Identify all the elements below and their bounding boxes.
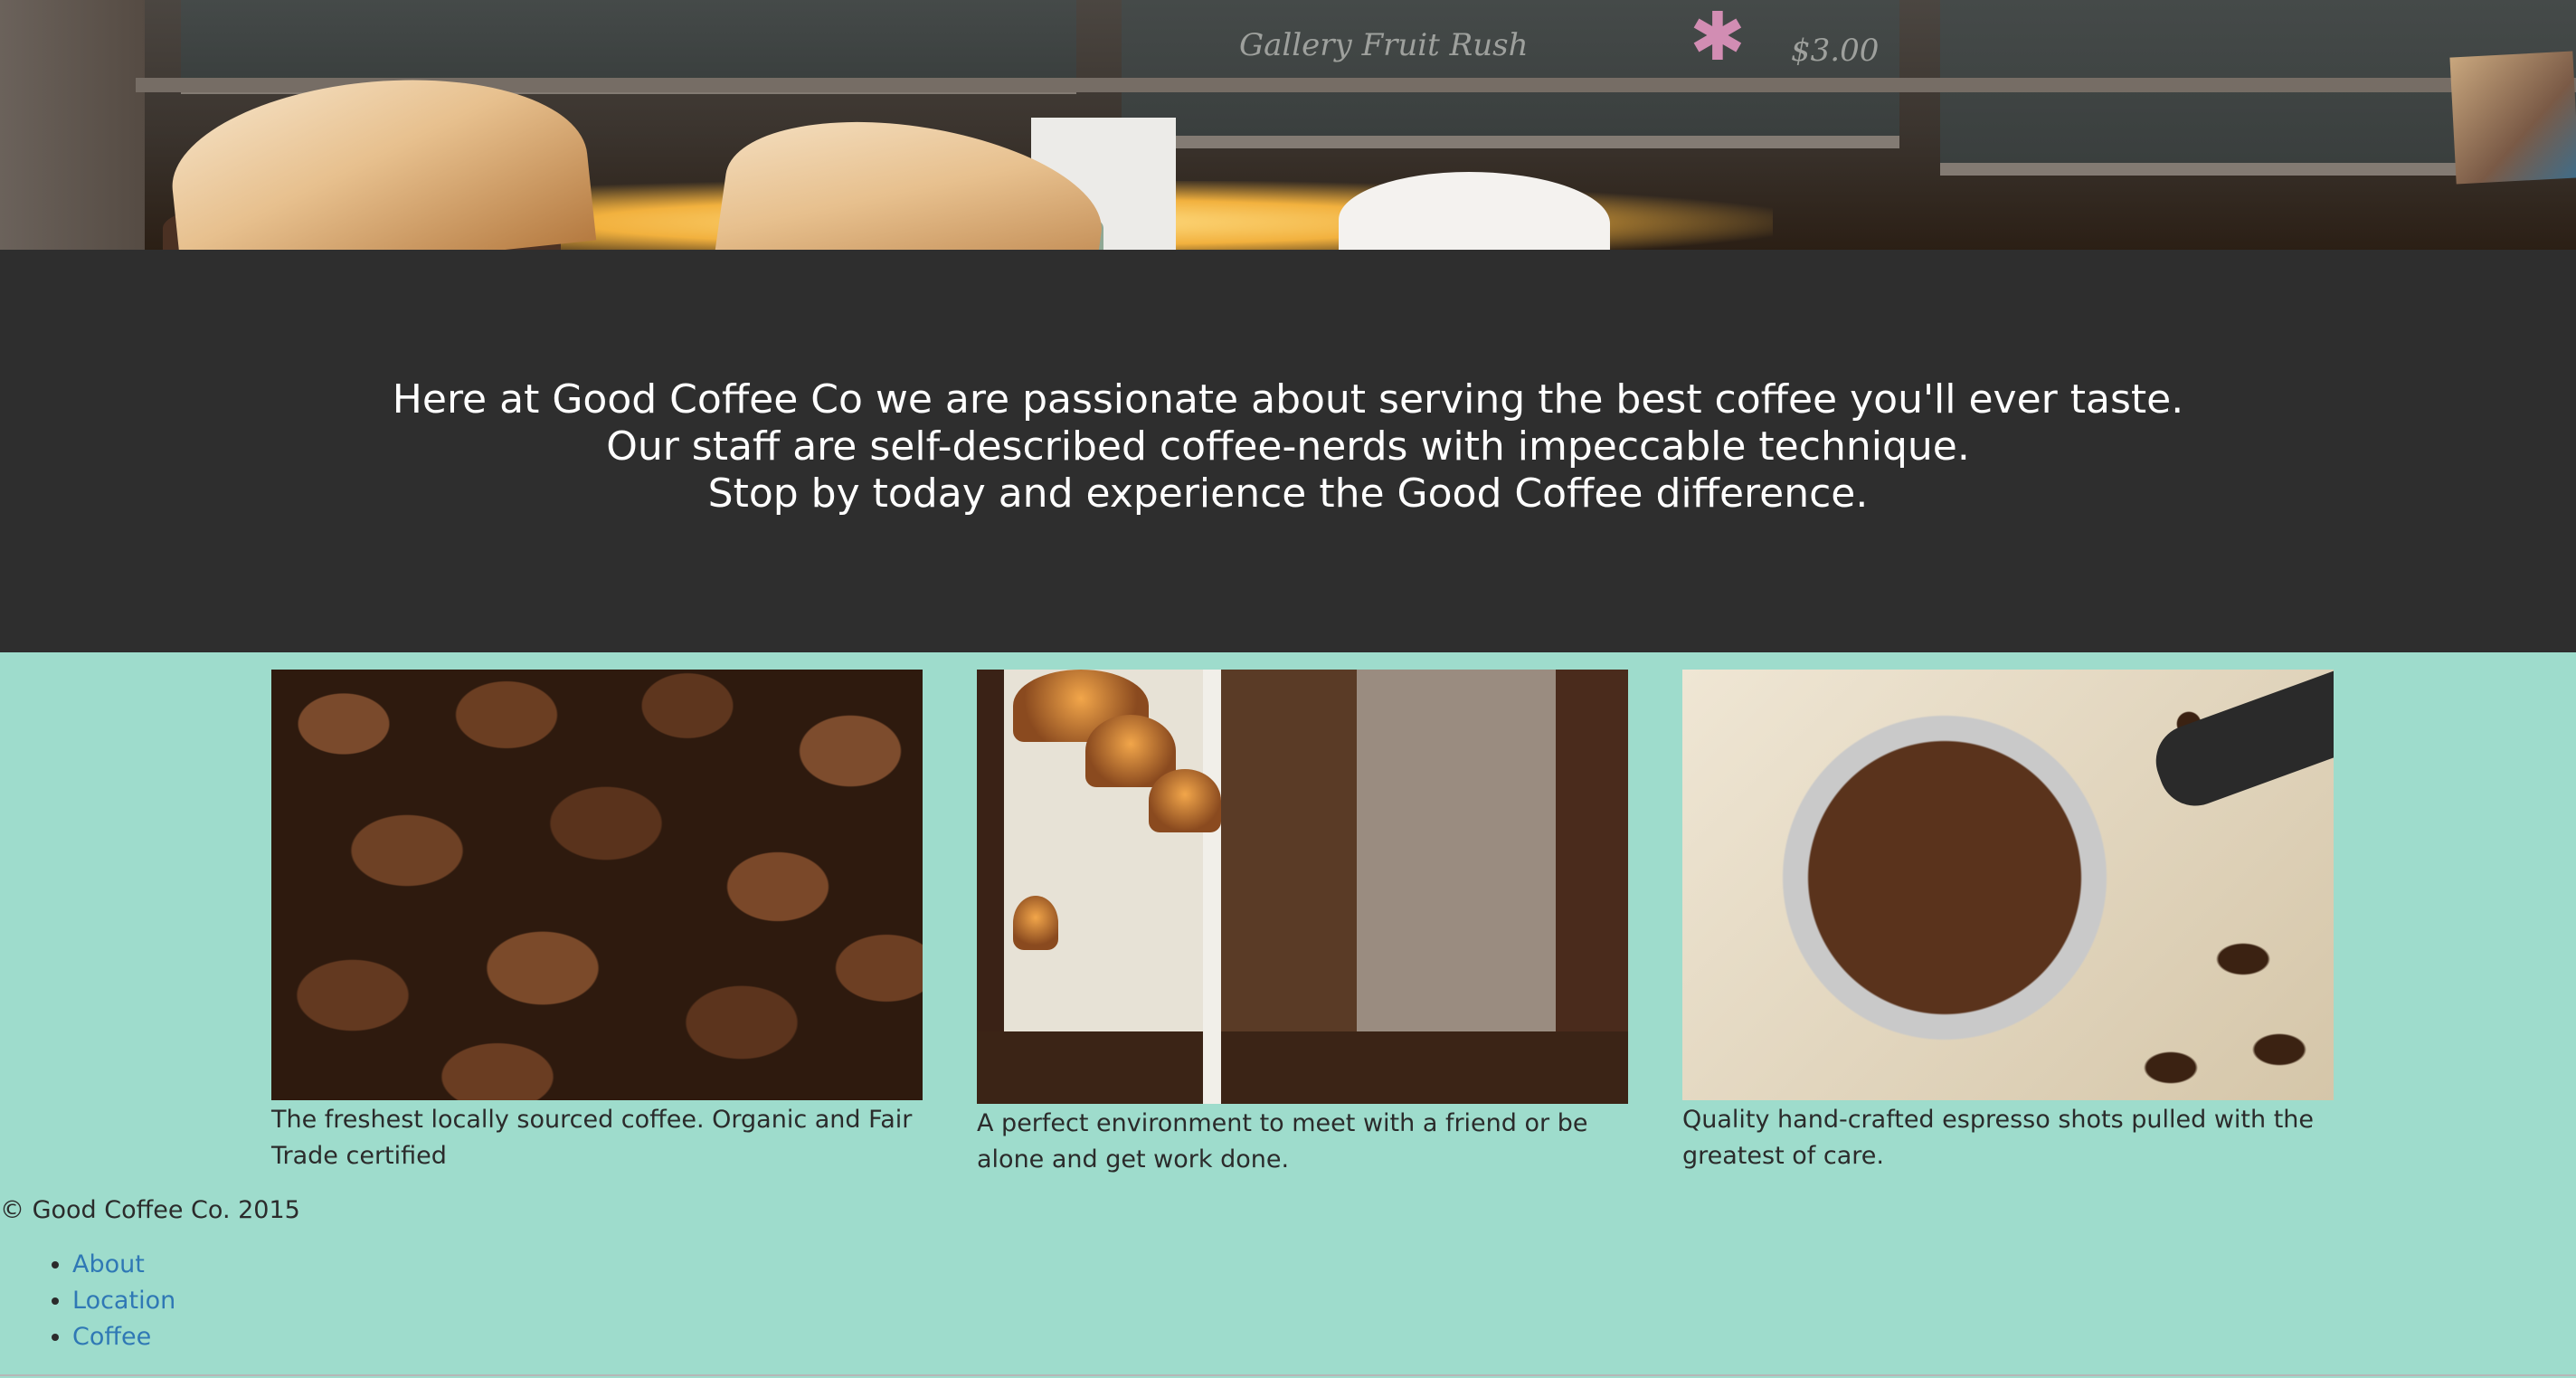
chalkboard-price: $3.00 — [1791, 33, 1880, 69]
footer-nav: About Location Coffee — [0, 1247, 175, 1355]
pink-star-icon: ✱ — [1690, 0, 1747, 76]
intro-band: Here at Good Coffee Co we are passionate… — [0, 250, 2576, 652]
intro-line: Our staff are self-described coffee-nerd… — [606, 423, 1970, 470]
hero-wall-post — [0, 0, 145, 250]
cafe-interior-photo — [977, 670, 1628, 1104]
pendant-lamp — [1149, 769, 1221, 832]
chalkboard-menu-2: Gallery Fruit Rush $3.00 — [1122, 0, 1899, 148]
footer-nav-item: Coffee — [72, 1319, 175, 1355]
portafilter-handle — [2145, 670, 2334, 816]
footer-link-coffee[interactable]: Coffee — [72, 1323, 151, 1351]
feature-caption: A perfect environment to meet with a fri… — [977, 1109, 1588, 1174]
feature-card: A perfect environment to meet with a fri… — [977, 670, 1628, 1178]
page-bottom-rule — [0, 1374, 2576, 1376]
pendant-lamp — [1013, 896, 1058, 950]
copyright-text: © Good Coffee Co. 2015 — [0, 1196, 300, 1224]
pinned-photo — [2449, 51, 2576, 185]
intro-line: Stop by today and experience the Good Co… — [707, 470, 1869, 517]
footer-nav-item: About — [72, 1247, 175, 1283]
footer-nav-item: Location — [72, 1283, 175, 1319]
feature-card: The freshest locally sourced coffee. Org… — [271, 670, 923, 1174]
intro-line: Here at Good Coffee Co we are passionate… — [392, 376, 2184, 423]
feature-card: Quality hand-crafted espresso shots pull… — [1682, 670, 2334, 1174]
feature-caption: Quality hand-crafted espresso shots pull… — [1682, 1106, 2315, 1170]
footer-link-about[interactable]: About — [72, 1250, 145, 1278]
intro-message: Here at Good Coffee Co we are passionate… — [0, 376, 2576, 518]
feature-caption: The freshest locally sourced coffee. Org… — [271, 1106, 913, 1170]
coffee-beans-photo — [271, 670, 923, 1100]
espresso-portafilter-photo — [1682, 670, 2334, 1100]
hero-image: Gallery Fruit Rush $3.00 ✱ — [0, 0, 2576, 250]
chalkboard-text: Gallery Fruit Rush — [1239, 27, 1529, 63]
feature-columns: The freshest locally sourced coffee. Org… — [271, 670, 2334, 1176]
footer-link-location[interactable]: Location — [72, 1287, 175, 1315]
